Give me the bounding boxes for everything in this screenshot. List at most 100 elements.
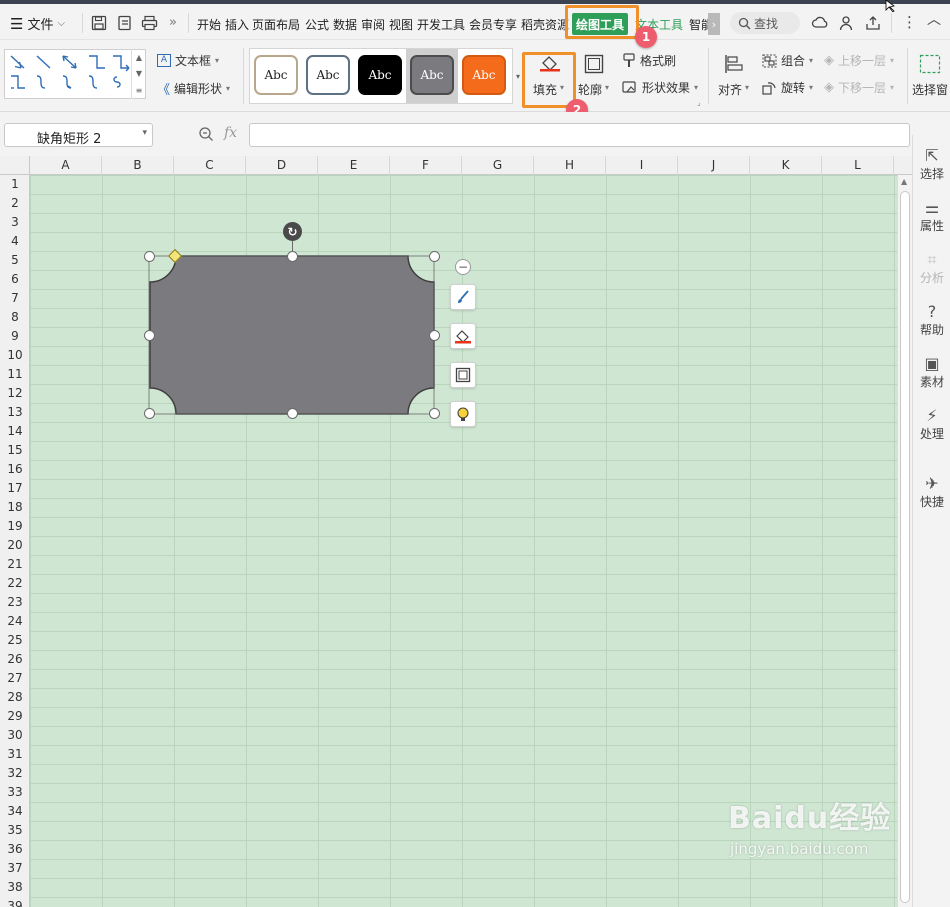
row-header-1[interactable]: 1 xyxy=(0,175,30,194)
resize-handle-bottom-middle[interactable] xyxy=(287,408,298,419)
row-header-2[interactable]: 2 xyxy=(0,194,30,213)
tab-formula[interactable]: 公式 xyxy=(305,16,329,33)
sidebar-item-select[interactable]: ⇱ 选择 xyxy=(913,147,950,182)
row-header-32[interactable]: 32 xyxy=(0,764,30,783)
row-header-24[interactable]: 24 xyxy=(0,612,30,631)
send-backward-button[interactable]: ◈ 下移一层 ▾ xyxy=(824,79,894,96)
row-header-33[interactable]: 33 xyxy=(0,783,30,802)
shape-style-brush-button[interactable] xyxy=(450,284,476,310)
sidebar-item-shortcut[interactable]: ✈ 快捷 xyxy=(913,475,950,510)
more-chevron-icon[interactable]: » xyxy=(169,16,177,29)
sidebar-item-help[interactable]: ? 帮助 xyxy=(913,303,950,338)
column-header-I[interactable]: I xyxy=(606,156,678,175)
line-shapes-gallery[interactable] xyxy=(4,49,146,99)
resize-handle-top-right[interactable] xyxy=(429,251,440,262)
style-preset-0[interactable]: Abc xyxy=(254,55,298,95)
zoom-function-icon[interactable] xyxy=(198,126,214,145)
style-preset-4[interactable]: Abc xyxy=(462,55,506,95)
tab-page-layout[interactable]: 页面布局 xyxy=(252,16,300,33)
export-pdf-icon[interactable] xyxy=(117,15,133,34)
row-header-11[interactable]: 11 xyxy=(0,365,30,384)
tab-member[interactable]: 会员专享 xyxy=(469,16,517,33)
row-header-7[interactable]: 7 xyxy=(0,289,30,308)
resize-handle-bottom-right[interactable] xyxy=(429,408,440,419)
print-icon[interactable] xyxy=(141,15,158,34)
row-header-6[interactable]: 6 xyxy=(0,270,30,289)
more-options-icon[interactable]: ⋮ xyxy=(902,15,917,30)
collapse-ribbon-icon[interactable]: ︿ xyxy=(927,13,941,27)
format-painter-button[interactable]: 格式刷 xyxy=(622,52,676,69)
user-add-icon[interactable] xyxy=(839,15,855,34)
select-all-corner[interactable] xyxy=(0,156,30,175)
scrollbar-thumb[interactable] xyxy=(900,191,910,903)
collapse-float-icon[interactable]: − xyxy=(455,259,471,275)
sidebar-item-process[interactable]: ⚡ 处理 xyxy=(913,407,950,442)
tabs-scroll-right[interactable]: › xyxy=(708,13,720,35)
outline-button[interactable]: 轮廓 ▾ xyxy=(576,50,616,106)
column-header-C[interactable]: C xyxy=(174,156,246,175)
textbox-button[interactable]: A 文本框 ▾ xyxy=(157,52,219,69)
row-header-14[interactable]: 14 xyxy=(0,422,30,441)
row-header-34[interactable]: 34 xyxy=(0,802,30,821)
column-header-A[interactable]: A xyxy=(30,156,102,175)
search-box[interactable]: 查找 xyxy=(730,12,800,34)
row-header-22[interactable]: 22 xyxy=(0,574,30,593)
save-icon[interactable] xyxy=(91,15,107,34)
style-preset-1[interactable]: Abc xyxy=(306,55,350,95)
row-header-12[interactable]: 12 xyxy=(0,384,30,403)
quick-fill-button[interactable] xyxy=(450,323,476,349)
row-header-20[interactable]: 20 xyxy=(0,536,30,555)
row-header-37[interactable]: 37 xyxy=(0,859,30,878)
resize-handle-top-left[interactable] xyxy=(144,251,155,262)
row-header-39[interactable]: 39 xyxy=(0,897,30,907)
row-header-23[interactable]: 23 xyxy=(0,593,30,612)
tab-docer[interactable]: 稻壳资源 xyxy=(521,16,569,33)
row-header-10[interactable]: 10 xyxy=(0,346,30,365)
row-header-30[interactable]: 30 xyxy=(0,726,30,745)
dialog-launcher-icon[interactable]: ⌟ xyxy=(697,98,701,107)
selection-pane-button[interactable]: 选择窗 xyxy=(911,50,950,106)
share-icon[interactable] xyxy=(865,15,881,34)
tab-view[interactable]: 视图 xyxy=(389,16,413,33)
row-header-13[interactable]: 13 xyxy=(0,403,30,422)
row-header-38[interactable]: 38 xyxy=(0,878,30,897)
row-header-9[interactable]: 9 xyxy=(0,327,30,346)
row-header-29[interactable]: 29 xyxy=(0,707,30,726)
row-header-31[interactable]: 31 xyxy=(0,745,30,764)
vertical-scrollbar[interactable]: ▲ xyxy=(897,175,912,907)
quick-idea-button[interactable] xyxy=(450,401,476,427)
resize-handle-middle-right[interactable] xyxy=(429,330,440,341)
row-header-21[interactable]: 21 xyxy=(0,555,30,574)
tab-insert[interactable]: 插入 xyxy=(225,16,249,33)
row-header-36[interactable]: 36 xyxy=(0,840,30,859)
row-header-3[interactable]: 3 xyxy=(0,213,30,232)
tab-developer[interactable]: 开发工具 xyxy=(417,16,465,33)
column-header-E[interactable]: E xyxy=(318,156,390,175)
row-header-8[interactable]: 8 xyxy=(0,308,30,327)
row-header-16[interactable]: 16 xyxy=(0,460,30,479)
name-box[interactable]: 缺角矩形 2 ▾ xyxy=(4,123,153,147)
column-header-F[interactable]: F xyxy=(390,156,462,175)
resize-handle-middle-left[interactable] xyxy=(144,330,155,341)
shape-effect-button[interactable]: 形状效果 ▾ xyxy=(622,79,698,96)
row-header-5[interactable]: 5 xyxy=(0,251,30,270)
row-header-25[interactable]: 25 xyxy=(0,631,30,650)
gallery-scroll[interactable]: ▲ ▼ ≡ xyxy=(131,49,146,99)
column-header-D[interactable]: D xyxy=(246,156,318,175)
row-header-18[interactable]: 18 xyxy=(0,498,30,517)
column-header-J[interactable]: J xyxy=(678,156,750,175)
row-header-19[interactable]: 19 xyxy=(0,517,30,536)
spreadsheet-grid[interactable]: ABCDEFGHIJKL 1 2 3 4 5 6 7 8 9 10 11 12 13 14 15 16 17 18… xyxy=(0,156,912,907)
column-header-G[interactable]: G xyxy=(462,156,534,175)
quick-outline-button[interactable] xyxy=(450,362,476,388)
row-header-15[interactable]: 15 xyxy=(0,441,30,460)
row-header-28[interactable]: 28 xyxy=(0,688,30,707)
scrollbar-up-arrow[interactable]: ▲ xyxy=(901,177,907,186)
column-header-K[interactable]: K xyxy=(750,156,822,175)
tab-review[interactable]: 审阅 xyxy=(361,16,385,33)
resize-handle-top-middle[interactable] xyxy=(287,251,298,262)
sidebar-item-analyze[interactable]: ⌗ 分析 xyxy=(913,251,950,286)
tab-smart[interactable]: 智能 xyxy=(689,16,709,33)
column-header-L[interactable]: L xyxy=(822,156,894,175)
resize-handle-bottom-left[interactable] xyxy=(144,408,155,419)
